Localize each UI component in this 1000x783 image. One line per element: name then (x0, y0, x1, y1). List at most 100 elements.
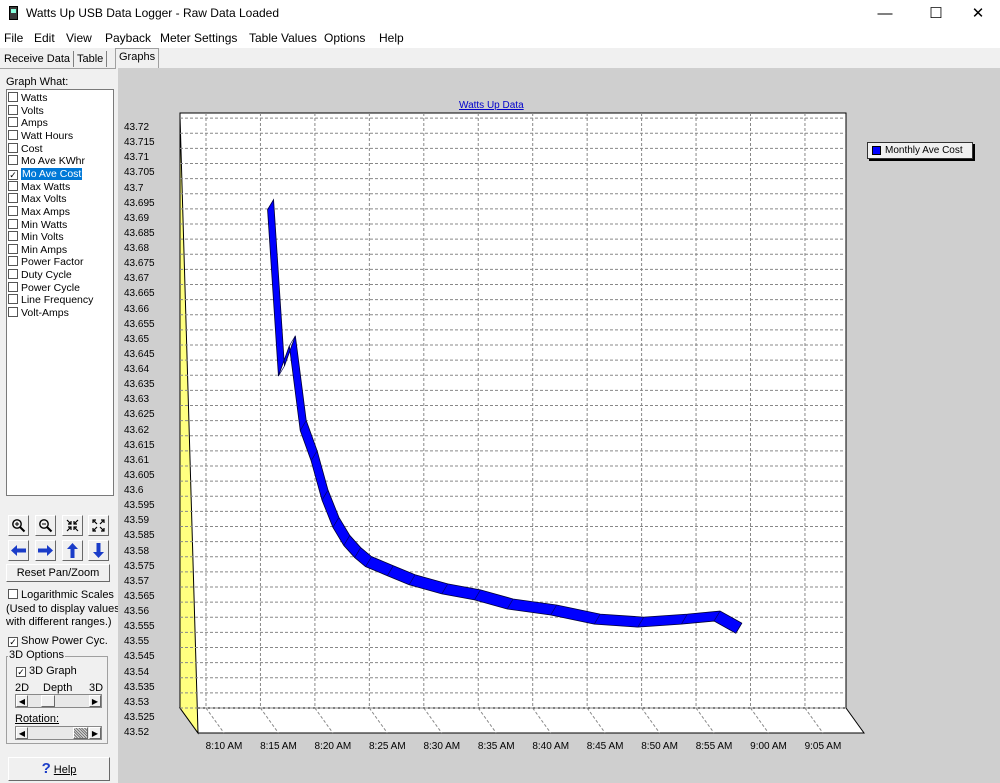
expand-button[interactable] (88, 515, 109, 536)
menu-table-values[interactable]: Table Values (249, 31, 317, 45)
log-note-1: (Used to display values (6, 603, 120, 615)
graph-what-checkbox[interactable] (8, 281, 18, 292)
graph-what-checkbox[interactable] (8, 231, 18, 242)
graph-what-item[interactable]: Power Factor (8, 256, 112, 269)
y-tick-label: 43.55 (124, 636, 150, 648)
graph-what-checkbox[interactable] (8, 180, 18, 191)
zoom-in-button[interactable] (8, 515, 29, 536)
scroll-left-icon[interactable]: ◀ (16, 695, 28, 707)
zoom-out-button[interactable] (35, 515, 56, 536)
menu-help[interactable]: Help (379, 31, 404, 45)
help-button[interactable]: ? Help (8, 757, 110, 781)
graph-what-item[interactable]: Min Amps (8, 243, 112, 257)
depth-thumb[interactable] (41, 695, 55, 707)
graph-what-item[interactable]: ✓ Mo Ave Cost (8, 167, 112, 181)
menu-file[interactable]: File (4, 31, 23, 45)
graph-what-checkbox[interactable] (8, 92, 18, 102)
graph-what-item[interactable]: Cost (8, 142, 112, 156)
y-tick-label: 43.64 (124, 364, 150, 375)
graph-what-item[interactable]: Max Watts (8, 180, 112, 194)
y-tick-label: 43.56 (124, 606, 150, 617)
reset-pan-zoom-button[interactable]: Reset Pan/Zoom (6, 564, 110, 582)
y-tick-label: 43.545 (124, 651, 155, 663)
expand-icon (92, 519, 105, 532)
graph-what-item[interactable]: Volts (8, 104, 112, 118)
show-power-cyc-option[interactable]: ✓ Show Power Cyc. (8, 635, 108, 647)
graph-what-label: Max Watts (21, 180, 71, 193)
tab-receive-data[interactable]: Receive Data (1, 51, 75, 67)
graph-what-item[interactable]: Watts (8, 92, 112, 105)
graph-what-label: Watt Hours (21, 129, 74, 142)
scroll-right-icon[interactable]: ▶ (89, 695, 101, 707)
graph-what-label: Mo Ave KWhr (21, 155, 85, 168)
shrink-icon (66, 519, 79, 532)
graph-what-item[interactable]: Volt-Amps (8, 307, 112, 320)
graph-what-label: Amps (21, 117, 48, 130)
arrow-up-icon (67, 543, 78, 558)
graph-what-checkbox[interactable] (8, 155, 18, 166)
pan-down-button[interactable] (88, 540, 109, 561)
graph-what-list[interactable]: Watts Volts Amps Watt Hours Cost Mo Ave KWhr ✓… (6, 89, 114, 496)
graph-what-item[interactable]: Watt Hours (8, 129, 112, 143)
scroll-right-icon[interactable]: ▶ (89, 727, 101, 739)
tab-graphs[interactable]: Graphs (115, 48, 160, 69)
pan-right-button[interactable] (35, 540, 56, 561)
graph-what-checkbox[interactable] (8, 243, 18, 254)
menu-view[interactable]: View (66, 31, 92, 45)
menu-meter-settings[interactable]: Meter Settings (160, 31, 237, 45)
maximize-button[interactable]: ☐ (913, 0, 959, 28)
graph-what-item[interactable]: Max Amps (8, 205, 112, 219)
graph-what-item[interactable]: Line Frequency (8, 294, 112, 307)
graph-what-checkbox[interactable] (8, 307, 18, 318)
y-tick-label: 43.615 (124, 439, 155, 451)
scroll-left-icon[interactable]: ◀ (16, 727, 28, 739)
graph-what-item[interactable]: Max Volts (8, 193, 112, 206)
graph-what-item[interactable]: Min Volts (8, 231, 112, 244)
3d-graph-checkbox[interactable]: ✓ (16, 667, 26, 677)
graph-what-checkbox[interactable] (8, 117, 18, 128)
depth-scrollbar[interactable]: ◀ ▶ (15, 694, 102, 708)
shrink-button[interactable] (62, 515, 83, 536)
tab-table[interactable]: Table (74, 51, 108, 67)
graph-what-checkbox[interactable] (8, 193, 18, 204)
graph-what-label: Power Factor (21, 256, 84, 269)
3d-graph-option[interactable]: ✓ 3D Graph (16, 665, 77, 677)
menu-payback[interactable]: Payback (105, 31, 151, 45)
rotation-scrollbar[interactable]: ◀ ▶ (15, 726, 102, 740)
graph-what-checkbox[interactable] (8, 205, 18, 216)
graph-what-checkbox[interactable] (8, 142, 18, 153)
graph-what-checkbox[interactable] (8, 256, 18, 267)
close-button[interactable]: ✕ (955, 0, 1000, 28)
y-tick-label: 43.565 (124, 590, 155, 602)
pan-left-button[interactable] (8, 540, 29, 561)
chart-area[interactable] (118, 68, 1000, 783)
rotation-thumb[interactable] (73, 727, 88, 739)
x-tick-label: 9:00 AM (750, 741, 787, 752)
graph-what-checkbox[interactable]: ✓ (8, 169, 18, 180)
menu-edit[interactable]: Edit (34, 31, 55, 45)
graph-what-checkbox[interactable] (8, 104, 18, 115)
graph-what-item[interactable]: Duty Cycle (8, 269, 112, 282)
graph-what-checkbox[interactable] (8, 269, 18, 280)
graph-what-checkbox[interactable] (8, 218, 18, 229)
y-tick-label: 43.635 (124, 379, 155, 391)
graph-what-checkbox[interactable] (8, 129, 18, 140)
y-tick-label: 43.695 (124, 197, 155, 209)
title-bar: Watts Up USB Data Logger - Raw Data Load… (0, 0, 1000, 28)
graph-what-item[interactable]: Min Watts (8, 218, 112, 232)
log-scales-checkbox[interactable] (8, 589, 18, 599)
graph-what-item[interactable]: Amps (8, 117, 112, 130)
graph-what-label: Mo Ave Cost (21, 167, 83, 180)
graph-what-item[interactable]: Mo Ave KWhr (8, 155, 112, 168)
menu-options[interactable]: Options (324, 31, 365, 45)
minimize-button[interactable]: — (862, 0, 908, 28)
graph-what-label: Max Volts (21, 193, 67, 206)
y-tick-label: 43.65 (124, 333, 150, 345)
y-tick-label: 43.665 (124, 288, 155, 300)
graph-what-item[interactable]: Power Cycle (8, 281, 112, 295)
pan-up-button[interactable] (62, 540, 83, 561)
show-power-cyc-checkbox[interactable]: ✓ (8, 637, 18, 647)
graph-what-checkbox[interactable] (8, 294, 18, 305)
x-tick-label: 8:25 AM (368, 741, 406, 752)
log-scales-option[interactable]: Logarithmic Scales (8, 589, 114, 601)
